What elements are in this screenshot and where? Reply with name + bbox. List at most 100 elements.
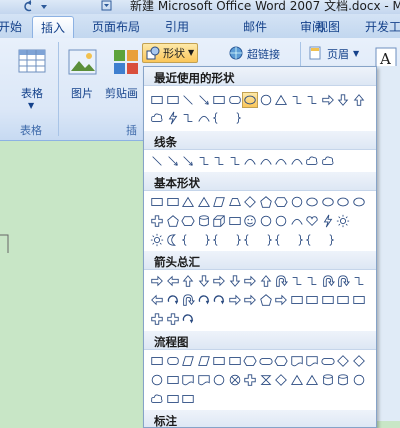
shape-curve-icon[interactable] [258, 153, 274, 169]
shape-cloud-icon[interactable] [149, 391, 165, 407]
shape-diamond-icon[interactable] [351, 353, 367, 369]
shape-rect-icon[interactable] [165, 372, 181, 388]
shape-sun-icon[interactable] [149, 232, 165, 248]
shape-doc-icon[interactable] [304, 353, 320, 369]
shape-doc-icon[interactable] [289, 353, 305, 369]
shape-bolt-icon[interactable] [320, 213, 336, 229]
shape-rect-icon[interactable] [289, 292, 305, 308]
shape-rect-icon[interactable] [211, 353, 227, 369]
shape-curve-icon[interactable] [289, 153, 305, 169]
shape-curve-icon[interactable] [242, 153, 258, 169]
shape-uturn-icon[interactable] [320, 273, 336, 289]
clipart-button[interactable]: 剪贴画 [104, 46, 146, 108]
shape-darrow-icon[interactable] [335, 92, 351, 108]
document-area[interactable] [0, 141, 145, 421]
shape-term-icon[interactable] [320, 353, 336, 369]
shape-elbow-icon[interactable] [304, 273, 320, 289]
tab-references[interactable]: 引用 [165, 18, 189, 35]
shape-uarrow-icon[interactable] [180, 273, 196, 289]
shape-rect-icon[interactable] [211, 92, 227, 108]
shape-diamond-icon[interactable] [335, 353, 351, 369]
shape-rect-icon[interactable] [180, 391, 196, 407]
shape-elbow-icon[interactable] [196, 153, 212, 169]
shape-darrow-icon[interactable] [196, 273, 212, 289]
shape-circarrow-icon[interactable] [211, 292, 227, 308]
shape-brace-icon[interactable] [211, 232, 227, 248]
shape-curve-icon[interactable] [196, 110, 212, 126]
shape-heart-icon[interactable] [304, 213, 320, 229]
shape-rect-icon[interactable] [165, 194, 181, 210]
shape-rect-icon[interactable] [304, 292, 320, 308]
shape-arrow-icon[interactable] [196, 92, 212, 108]
shape-rrect-icon[interactable] [165, 353, 181, 369]
shape-brace-icon[interactable] [273, 232, 289, 248]
tab-page-layout[interactable]: 页面布局 [92, 18, 140, 35]
shape-elbow-icon[interactable] [289, 273, 305, 289]
shape-darrow-icon[interactable] [227, 273, 243, 289]
shape-elbow-icon[interactable] [304, 92, 320, 108]
shape-oval-icon[interactable] [335, 194, 351, 210]
shape-hex-icon[interactable] [242, 353, 258, 369]
shape-circle-icon[interactable] [258, 213, 274, 229]
qat-dropdown-icon[interactable] [38, 0, 50, 12]
shape-rarrow-icon[interactable] [227, 292, 243, 308]
shape-circle-icon[interactable] [289, 194, 305, 210]
shape-term-icon[interactable] [258, 353, 274, 369]
shape-tri-icon[interactable] [273, 92, 289, 108]
shape-para-icon[interactable] [180, 353, 196, 369]
shape-uturn-icon[interactable] [180, 292, 196, 308]
shape-oval-icon[interactable] [304, 194, 320, 210]
shape-rbrace-icon[interactable] [320, 232, 336, 248]
shape-uturn-icon[interactable] [335, 273, 351, 289]
shape-cross-icon[interactable] [149, 213, 165, 229]
shape-rect-icon[interactable] [165, 391, 181, 407]
shape-brace-icon[interactable] [242, 232, 258, 248]
shape-rect-icon[interactable] [227, 353, 243, 369]
tab-home[interactable]: 开始 [0, 18, 22, 35]
shape-tri-icon[interactable] [304, 372, 320, 388]
shape-elbow-icon[interactable] [289, 92, 305, 108]
shape-circle-icon[interactable] [211, 372, 227, 388]
shape-cloud-icon[interactable] [320, 153, 336, 169]
customize-qat-icon[interactable] [100, 0, 112, 12]
shape-cyl-icon[interactable] [335, 372, 351, 388]
shape-rect-icon[interactable] [320, 292, 336, 308]
shape-oval-icon[interactable] [320, 194, 336, 210]
shape-para-icon[interactable] [211, 194, 227, 210]
shape-rect-icon[interactable] [149, 194, 165, 210]
shape-larrow-icon[interactable] [165, 273, 181, 289]
shape-elbow-icon[interactable] [227, 153, 243, 169]
hyperlink-button[interactable]: 超链接 [226, 44, 288, 64]
shape-uarrow-icon[interactable] [258, 273, 274, 289]
shape-tri-icon[interactable] [196, 194, 212, 210]
shape-doc-icon[interactable] [180, 372, 196, 388]
shape-doc-icon[interactable] [196, 372, 212, 388]
shape-rarrow-icon[interactable] [320, 92, 336, 108]
shape-rect-icon[interactable] [351, 292, 367, 308]
shape-brace-icon[interactable] [211, 110, 227, 126]
tab-mailings[interactable]: 邮件 [243, 18, 267, 35]
shape-circle-icon[interactable] [149, 372, 165, 388]
shape-rarrow-icon[interactable] [211, 273, 227, 289]
shape-rect-icon[interactable] [149, 92, 165, 108]
shape-rect-icon[interactable] [227, 213, 243, 229]
shape-brace-icon[interactable] [180, 232, 196, 248]
shape-pent-icon[interactable] [258, 292, 274, 308]
shape-circarrow-icon[interactable] [165, 292, 181, 308]
shape-xcirc-icon[interactable] [227, 372, 243, 388]
shape-para-icon[interactable] [196, 353, 212, 369]
shape-rbrace-icon[interactable] [196, 232, 212, 248]
shape-elbow-icon[interactable] [351, 273, 367, 289]
shape-line-icon[interactable] [149, 153, 165, 169]
picture-button[interactable]: 图片 [64, 46, 102, 108]
shape-trap-icon[interactable] [227, 194, 243, 210]
shape-sun-icon[interactable] [335, 213, 351, 229]
shape-line-icon[interactable] [180, 92, 196, 108]
shape-hex-icon[interactable] [180, 213, 196, 229]
shape-cross-icon[interactable] [165, 311, 181, 327]
shape-tri-icon[interactable] [289, 372, 305, 388]
shapes-button[interactable]: 形状 ▼ [142, 43, 198, 63]
shape-hex-icon[interactable] [273, 194, 289, 210]
tab-view[interactable]: 视图 [316, 18, 340, 35]
shape-circarrow-icon[interactable] [180, 311, 196, 327]
